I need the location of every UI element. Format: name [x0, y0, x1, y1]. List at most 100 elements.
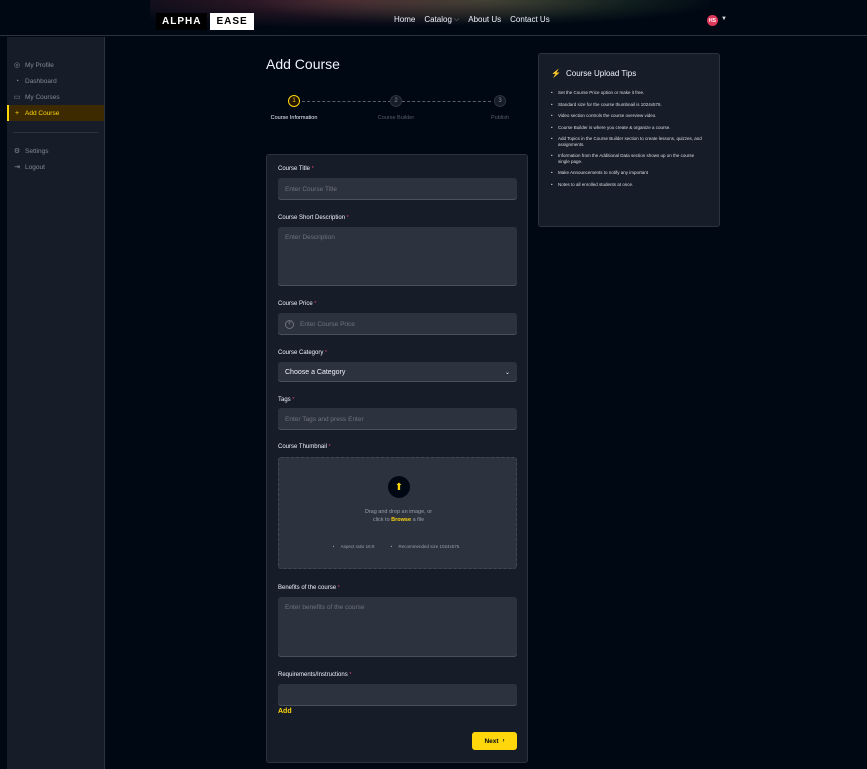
sidebar-item-my-courses[interactable]: ▭ My Courses [7, 89, 104, 105]
nav-about[interactable]: About Us [468, 15, 501, 24]
logo-part-2: EASE [210, 13, 254, 30]
required-marker: * [314, 301, 317, 307]
tips-list: Set the Course Price option or make it f… [551, 90, 707, 187]
required-marker: * [292, 397, 295, 403]
nav-catalog[interactable]: Catalog ⌵ [424, 15, 459, 24]
gear-icon: ⚙ [13, 148, 21, 155]
sidebar: ◎ My Profile ◔ Dashboard ▭ My Courses + … [7, 37, 105, 769]
next-button[interactable]: Next › [472, 732, 517, 750]
sidebar-item-add-course[interactable]: + Add Course [7, 105, 104, 121]
sidebar-item-logout[interactable]: ⇥ Logout [7, 159, 104, 175]
course-category-value: Choose a Category [285, 368, 346, 376]
nav-contact[interactable]: Contact Us [510, 15, 550, 24]
step-number: 3 [494, 95, 506, 107]
course-upload-tips: ⚡ Course Upload Tips Set the Course Pric… [538, 53, 720, 227]
sidebar-item-label: My Profile [25, 61, 54, 69]
top-navbar: ALPHA EASE Home Catalog ⌵ About Us Contac… [0, 0, 867, 36]
list-item: Set the Course Price option or make it f… [551, 90, 707, 96]
upload-icon: ⬆ [388, 476, 410, 498]
avatar[interactable]: HS [707, 15, 718, 26]
course-price-input[interactable]: ₹ Enter Course Price [278, 313, 517, 335]
stepper: 1 Course Information 2 Course Builder 3 … [266, 95, 516, 135]
tags-label: Tags * [278, 397, 294, 403]
dropzone-line-1: Drag and drop an image, or [364, 509, 433, 515]
logo[interactable]: ALPHA EASE [156, 13, 254, 30]
step-label: Course Information [270, 115, 318, 121]
required-marker: * [325, 350, 327, 356]
course-category-label: Course Category * [278, 350, 327, 356]
course-title-input[interactable]: Enter Course Title [278, 178, 517, 200]
tags-input[interactable]: Enter Tags and press Enter [278, 408, 517, 430]
chevron-down-icon: ⌵ [453, 15, 460, 23]
dropzone-text: Drag and drop an image, or click to Brow… [279, 508, 518, 524]
label-text: Requirements/Instructions [278, 672, 348, 678]
label-text: Course Category [278, 350, 324, 356]
required-marker: * [311, 166, 314, 172]
step-number: 1 [288, 95, 300, 107]
user-icon: ◎ [13, 62, 21, 69]
sidebar-divider [13, 132, 98, 133]
dropzone-line-2: click to Browse a file [279, 516, 518, 524]
thumbnail-dropzone[interactable]: ⬆ Drag and drop an image, or click to Br… [278, 457, 517, 569]
list-item: Standard size for the course thumbnail i… [551, 102, 707, 108]
step-course-information: 1 Course Information [264, 95, 324, 121]
sidebar-item-label: Logout [25, 163, 45, 171]
course-thumbnail-label: Course Thumbnail * [278, 444, 331, 450]
sidebar-item-label: Dashboard [25, 77, 57, 85]
required-marker: * [349, 672, 352, 678]
sidebar-item-my-profile[interactable]: ◎ My Profile [7, 57, 104, 73]
sidebar-item-settings[interactable]: ⚙ Settings [7, 143, 104, 159]
required-marker: * [328, 444, 331, 450]
hint-text: Recommended size 1024x576 [398, 544, 460, 549]
short-description-textarea[interactable]: Enter Description [278, 227, 517, 286]
short-description-label: Course Short Description * [278, 215, 349, 221]
rupee-icon: ₹ [285, 319, 294, 329]
step-course-builder: 2 Course Builder [366, 95, 426, 121]
dashboard-icon: ◔ [14, 77, 20, 85]
recommended-size-hint: • Recommended size 1024x576 [390, 544, 460, 549]
course-price-label: Course Price * [278, 301, 316, 307]
list-item: Information from the Additional Data sec… [551, 153, 707, 164]
required-marker: * [346, 215, 349, 221]
lightning-icon: ⚡ [551, 69, 561, 78]
requirements-input[interactable] [278, 684, 517, 706]
main-nav: Home Catalog ⌵ About Us Contact Us [394, 15, 550, 24]
list-item: Notes to all enrolled students at once. [551, 182, 707, 188]
logo-part-1: ALPHA [156, 13, 208, 30]
course-price-placeholder: Enter Course Price [300, 320, 355, 328]
benefits-label: Benefits of the course * [278, 585, 340, 591]
required-marker: * [337, 585, 340, 591]
browse-link[interactable]: Browse [391, 517, 411, 523]
course-info-form: Course Title * Enter Course Title Course… [266, 154, 528, 763]
list-item: Add Topics in the Course Builder section… [551, 136, 707, 147]
label-text: Tags [278, 397, 291, 403]
sidebar-item-dashboard[interactable]: ◔ Dashboard [7, 73, 104, 89]
sidebar-item-label: My Courses [25, 93, 60, 101]
benefits-textarea[interactable]: Enter benefits of the course [278, 597, 517, 657]
add-requirement-button[interactable]: Add [278, 708, 292, 715]
step-label: Publish [490, 115, 510, 121]
tips-title-text: Course Upload Tips [565, 69, 637, 78]
dropzone-hints: • Aspect ratio 16:9 • Recommended size 1… [279, 544, 518, 549]
step-label: Course Builder [377, 115, 415, 121]
chevron-right-icon: › [502, 738, 505, 744]
course-title-label: Course Title * [278, 166, 314, 172]
step-publish: 3 Publish [470, 95, 530, 121]
caret-down-icon[interactable]: ▼ [721, 16, 727, 22]
page-title: Add Course [266, 56, 340, 72]
dropzone-file-text: a file [412, 517, 425, 523]
logout-icon: ⇥ [14, 164, 20, 171]
step-number: 2 [390, 95, 402, 107]
nav-home[interactable]: Home [394, 15, 415, 24]
aspect-ratio-hint: • Aspect ratio 16:9 [332, 544, 375, 549]
sidebar-item-label: Add Course [25, 109, 60, 117]
next-button-label: Next [484, 737, 499, 745]
requirements-label: Requirements/Instructions * [278, 672, 351, 678]
list-item: Video section controls the course overvi… [551, 113, 707, 119]
hint-text: Aspect ratio 16:9 [340, 544, 375, 549]
plus-icon: + [14, 109, 20, 117]
course-category-select[interactable]: Choose a Category ⌄ [278, 362, 517, 382]
label-text: Course Thumbnail [278, 444, 327, 450]
label-text: Course Title [278, 166, 311, 172]
label-text: Course Price [278, 301, 313, 307]
